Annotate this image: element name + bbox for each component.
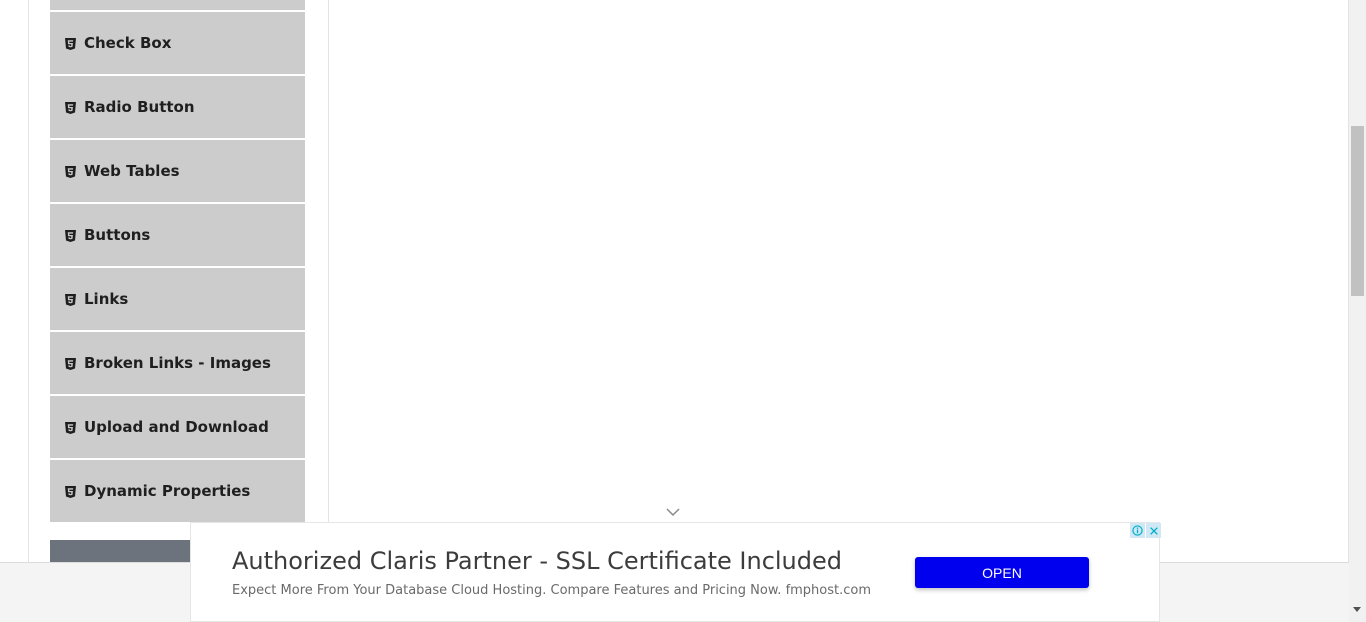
sidebar-item-links[interactable]: Links: [50, 268, 305, 330]
sidebar-item-label: Web Tables: [84, 162, 180, 180]
html5-icon: [65, 485, 76, 498]
ad-close-icon[interactable]: [1146, 523, 1161, 538]
sidebar-item-web-tables[interactable]: Web Tables: [50, 140, 305, 202]
sidebar-item-label: Links: [84, 290, 129, 308]
html5-icon: [65, 421, 76, 434]
sidebar-menu-list: Check Box Radio Button Web Tables Button…: [50, 0, 305, 524]
sidebar-item-dynamic-properties[interactable]: Dynamic Properties: [50, 460, 305, 522]
sidebar-item-radio-button[interactable]: Radio Button: [50, 76, 305, 138]
ad-open-button[interactable]: OPEN: [915, 557, 1089, 588]
html5-icon: [65, 165, 76, 178]
html5-icon: [65, 229, 76, 242]
chevron-down-icon[interactable]: [665, 506, 681, 518]
sidebar-item-buttons[interactable]: Buttons: [50, 204, 305, 266]
sidebar-item-label: Radio Button: [84, 98, 195, 116]
html5-icon: [65, 37, 76, 50]
html5-icon: [65, 293, 76, 306]
sidebar-item-label: Upload and Download: [84, 418, 269, 436]
ad-banner[interactable]: Authorized Claris Partner - SSL Certific…: [190, 522, 1161, 622]
ad-info-icon[interactable]: [1130, 523, 1145, 538]
sidebar-item-text-box[interactable]: [50, 0, 305, 10]
ad-headline[interactable]: Authorized Claris Partner - SSL Certific…: [232, 547, 842, 575]
sidebar-item-label: Buttons: [84, 226, 151, 244]
sidebar-divider: [328, 0, 329, 562]
vertical-scrollbar[interactable]: [1349, 0, 1366, 622]
sidebar-item-label: Check Box: [84, 34, 172, 52]
html5-icon: [65, 101, 76, 114]
sidebar-item-broken-links-images[interactable]: Broken Links - Images: [50, 332, 305, 394]
sidebar-item-check-box[interactable]: Check Box: [50, 12, 305, 74]
sidebar-item-upload-and-download[interactable]: Upload and Download: [50, 396, 305, 458]
sidebar-item-label: Dynamic Properties: [84, 482, 251, 500]
scroll-thumb[interactable]: [1351, 126, 1364, 296]
sidebar-item-label: Broken Links - Images: [84, 354, 271, 372]
ad-description[interactable]: Expect More From Your Database Cloud Hos…: [232, 583, 871, 598]
scroll-down-arrow-icon[interactable]: [1353, 607, 1361, 612]
html5-icon: [65, 357, 76, 370]
